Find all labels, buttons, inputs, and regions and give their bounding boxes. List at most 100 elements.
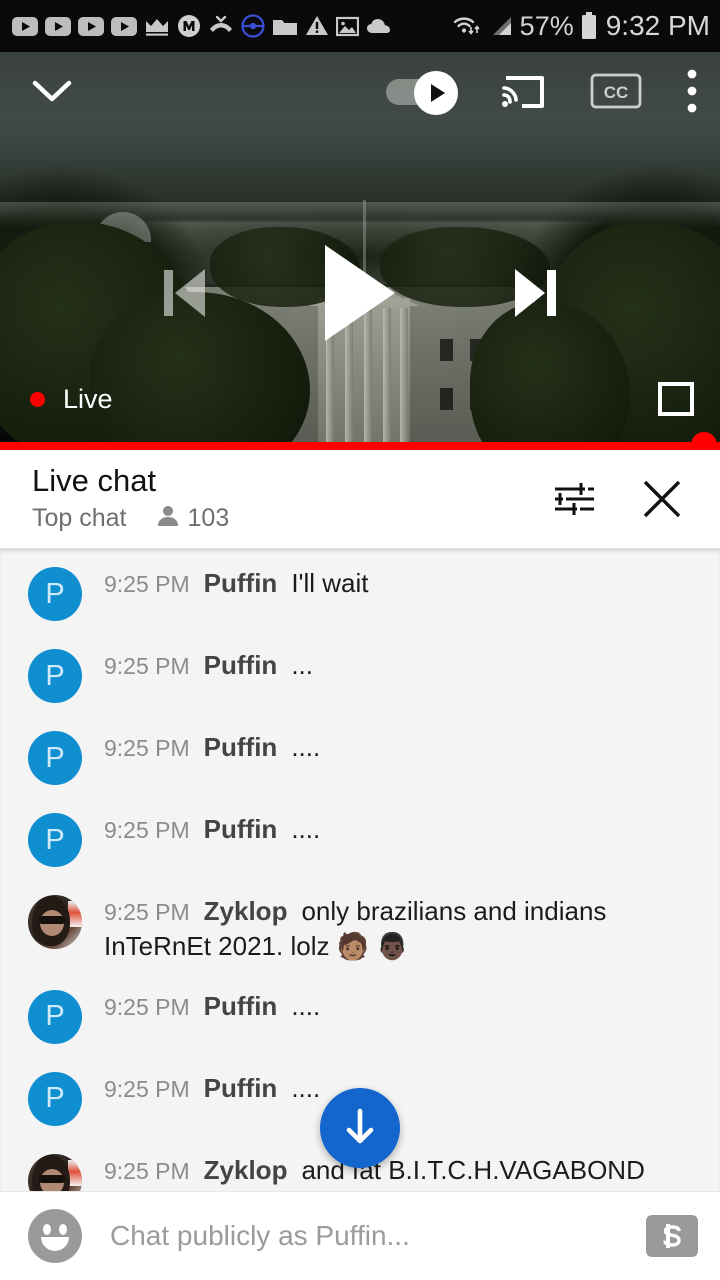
message-text: .... [291,814,321,844]
m-circle-icon [177,14,201,38]
chat-subtitle-row: Top chat 103 [32,503,542,534]
avatar[interactable] [28,895,82,949]
live-label[interactable]: Live [63,385,113,413]
cast-icon[interactable] [498,70,546,112]
youtube-icon [111,16,137,36]
play-icon [431,84,445,102]
skip-next-icon[interactable] [515,269,556,317]
tune-icon[interactable] [542,467,606,531]
image-icon [336,16,359,37]
folder-icon [272,16,298,37]
missed-call-icon [208,15,234,37]
avatar[interactable] [28,1153,82,1192]
chat-message[interactable]: P 9:25 PM Puffin.... [0,964,720,1044]
avatar[interactable]: P [28,731,82,785]
message-author[interactable]: Puffin [204,1073,278,1103]
crown-icon [144,15,170,37]
message-author[interactable]: Zyklop [204,1155,288,1185]
avatar[interactable]: P [28,649,82,703]
chat-message-body: 9:25 PM Puffin I'll wait [104,565,369,601]
message-text: .... [291,1072,321,1103]
chat-message-body: 9:25 PM Puffin.... [104,1070,320,1106]
message-timestamp: 9:25 PM [104,899,190,925]
youtube-icon [78,16,104,36]
message-author[interactable]: Zyklop [204,896,288,926]
cloud-icon [366,17,394,35]
warning-triangle-icon [305,15,329,37]
person-icon [155,503,181,534]
chat-message[interactable]: 9:25 PM Zyklop only brazilians and indians… [0,867,720,964]
player-top-controls: CC [0,52,720,130]
player-playback-controls [0,245,720,341]
close-icon[interactable] [630,467,694,531]
message-author[interactable]: Puffin [204,568,278,598]
more-vertical-icon[interactable] [686,68,698,114]
chevron-down-icon[interactable] [30,76,74,106]
message-author[interactable]: Puffin [204,814,278,844]
live-chat-header: Live chat Top chat 103 [0,450,720,548]
chat-message-body: 9:25 PM Puffin.... [104,811,320,847]
message-timestamp: 9:25 PM [104,571,190,597]
chat-title-group: Live chat Top chat 103 [32,464,542,533]
closed-captions-icon[interactable]: CC [590,73,642,109]
live-indicator-dot [30,391,45,407]
avatar[interactable]: P [28,813,82,867]
viewer-count-group: 103 [155,503,230,534]
page-title: Live chat [32,463,157,499]
chat-input[interactable]: Chat publicly as Puffin... [110,1220,634,1252]
autoplay-toggle[interactable] [386,71,458,115]
message-text: .... [291,732,321,762]
chat-message[interactable]: P 9:25 PM Puffin.... [0,785,720,867]
chat-message[interactable]: P 9:25 PM Puffin I'll wait [0,549,720,621]
message-timestamp: 9:25 PM [104,735,190,761]
message-timestamp: 9:25 PM [104,653,190,679]
fullscreen-icon[interactable] [658,382,694,416]
chat-message[interactable]: P 9:25 PM Puffin... [0,621,720,703]
chat-mode-label[interactable]: Top chat [32,505,127,531]
chat-input-bar: Chat publicly as Puffin... [0,1191,720,1280]
pokeball-icon [241,14,265,38]
status-system-icons: 57% 9:32 PM [452,12,710,40]
battery-percent-label: 57% [519,10,574,41]
chat-message-body: 9:25 PM Puffin.... [104,988,320,1024]
emoji-smiley-icon[interactable] [28,1209,82,1263]
battery-icon [580,12,598,40]
status-notification-icons [12,14,452,38]
progress-fill [0,442,720,450]
message-author[interactable]: Puffin [204,650,278,680]
status-clock: 9:32 PM [605,10,710,41]
scroll-to-bottom-button[interactable] [320,1088,400,1168]
video-player[interactable]: CC Live [0,52,720,450]
chat-message-body: 9:25 PM Puffin... [104,647,313,683]
chat-message-body: 9:25 PM Zyklop only brazilians and indians… [104,893,702,964]
message-timestamp: 9:25 PM [104,1157,190,1184]
avatar[interactable]: P [28,1071,82,1126]
avatar[interactable]: P [28,567,82,621]
message-text: I'll wait [291,568,369,598]
chat-message[interactable]: P 9:25 PM Puffin.... [0,703,720,785]
chat-message-body: 9:25 PM Puffin.... [104,729,320,765]
youtube-icon [12,16,38,36]
wifi-icon [452,14,482,38]
skip-previous-icon[interactable] [164,269,205,317]
arrow-down-icon [338,1103,382,1154]
avatar[interactable]: P [28,989,82,1044]
cell-signal-icon [488,14,514,38]
youtube-live-screen: 57% 9:32 PM CC Live Live chat Top chat 1… [0,0,720,1280]
video-progress-bar[interactable] [0,432,720,450]
message-author[interactable]: Puffin [204,732,278,762]
message-author[interactable]: Puffin [204,991,278,1021]
player-bottom-controls: Live [0,376,720,422]
svg-text:CC: CC [604,83,629,102]
autoplay-toggle-knob [414,71,458,115]
dollar-icon[interactable] [646,1215,698,1257]
message-timestamp: 9:25 PM [104,1075,190,1102]
message-timestamp: 9:25 PM [104,993,190,1020]
message-timestamp: 9:25 PM [104,817,190,843]
youtube-icon [45,16,71,36]
message-text: .... [291,990,321,1021]
android-status-bar: 57% 9:32 PM [0,0,720,52]
viewer-count-label: 103 [187,503,230,532]
play-icon[interactable] [325,245,395,341]
message-text: ... [291,650,313,680]
